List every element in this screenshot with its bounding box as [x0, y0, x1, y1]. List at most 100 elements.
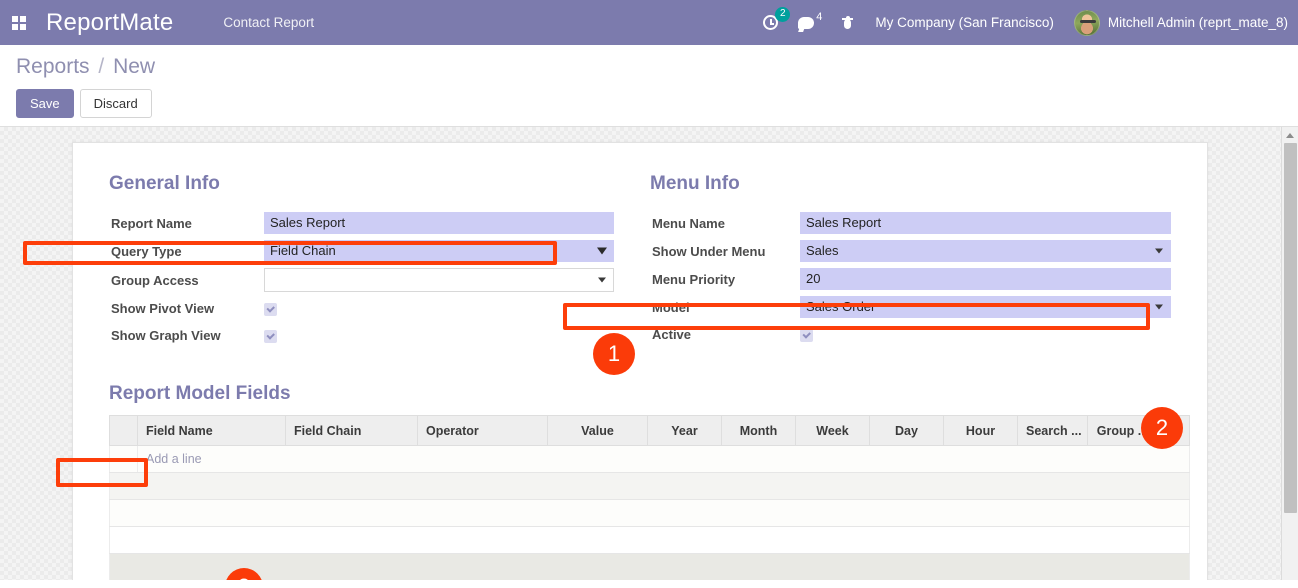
empty-cell — [110, 500, 1190, 527]
column-operator[interactable]: Operator — [418, 416, 548, 446]
empty-row-1 — [110, 473, 1190, 500]
activity-menu-button[interactable]: 2 — [753, 0, 788, 45]
label-query-type: Query Type — [109, 237, 264, 265]
active-checkbox[interactable] — [800, 329, 813, 342]
user-name-label: Mitchell Admin (reprt_mate_8) — [1108, 15, 1288, 30]
field-row-report-name: Report Name Sales Report — [109, 209, 614, 237]
column-year[interactable]: Year — [648, 416, 722, 446]
top-navbar: ReportMate Contact Report 2 4 My Company… — [0, 0, 1298, 45]
column-field-name[interactable]: Field Name — [138, 416, 286, 446]
breadcrumb-reports[interactable]: Reports — [16, 55, 90, 78]
field-row-show-graph-view: Show Graph View — [109, 322, 614, 349]
form-columns: General Info Report Name Sales Report Qu… — [109, 173, 1171, 349]
addline-cell: Add a line — [138, 446, 1190, 473]
group-access-select[interactable] — [264, 268, 614, 292]
column-drag-handle — [110, 416, 138, 446]
menu-info-title: Menu Info — [650, 173, 1171, 195]
general-info-group: General Info Report Name Sales Report Qu… — [109, 173, 640, 349]
label-show-under-menu: Show Under Menu — [650, 237, 800, 265]
report-model-fields-table: Field Name Field Chain Operator Value Ye… — [109, 415, 1190, 580]
table-footer-row — [110, 554, 1190, 581]
value-cell-active — [800, 321, 1171, 348]
empty-row-2 — [110, 500, 1190, 527]
show-under-menu-select-wrap: Sales — [800, 240, 1171, 262]
footer-cell — [110, 554, 1190, 581]
query-type-select[interactable]: Field Chain — [264, 240, 614, 262]
field-row-menu-name: Menu Name Sales Report — [650, 209, 1171, 237]
value-cell-menu-priority: 20 — [800, 265, 1171, 293]
chat-bubble-icon — [798, 17, 814, 29]
brand-title[interactable]: ReportMate — [46, 9, 173, 37]
field-row-model: Model Sales Order — [650, 293, 1171, 321]
field-row-show-under-menu: Show Under Menu Sales — [650, 237, 1171, 265]
annotation-marker-1: 1 — [593, 333, 635, 375]
general-info-title: General Info — [109, 173, 614, 195]
addline-handle-cell — [110, 446, 138, 473]
show-graph-view-checkbox[interactable] — [264, 330, 277, 343]
save-button[interactable]: Save — [16, 89, 74, 118]
value-cell-show-pivot-view — [264, 295, 614, 322]
column-search[interactable]: Search ... — [1018, 416, 1088, 446]
form-action-buttons: Save Discard — [16, 89, 1282, 118]
column-day[interactable]: Day — [870, 416, 944, 446]
scrollbar-thumb[interactable] — [1284, 143, 1297, 513]
menu-info-group: Menu Info Menu Name Sales Report Show Un… — [640, 173, 1171, 349]
chevron-up-icon — [1286, 133, 1294, 138]
field-row-query-type: Query Type Field Chain — [109, 237, 614, 265]
report-name-input[interactable]: Sales Report — [264, 212, 614, 234]
show-under-menu-select[interactable]: Sales — [800, 240, 1171, 262]
column-field-chain[interactable]: Field Chain — [286, 416, 418, 446]
scroll-up-button[interactable] — [1282, 127, 1298, 143]
value-cell-show-graph-view — [264, 322, 614, 349]
label-menu-name: Menu Name — [650, 209, 800, 237]
model-select[interactable]: Sales Order — [800, 296, 1171, 318]
control-panel: Reports / New Save Discard — [0, 45, 1298, 127]
field-row-active: Active — [650, 321, 1171, 348]
spacer-cell — [110, 527, 1190, 554]
show-pivot-view-checkbox[interactable] — [264, 303, 277, 316]
value-cell-group-access — [264, 265, 614, 295]
user-menu[interactable]: Mitchell Admin (reprt_mate_8) — [1066, 10, 1288, 36]
add-a-line-row[interactable]: Add a line — [110, 446, 1190, 473]
report-model-fields-title: Report Model Fields — [109, 383, 1171, 405]
main-content-area: General Info Report Name Sales Report Qu… — [0, 127, 1298, 580]
breadcrumb-new: New — [113, 55, 155, 78]
messages-menu-button[interactable]: 4 — [788, 0, 832, 45]
navbar-right-group: 2 4 My Company (San Francisco) Mitchell … — [753, 0, 1288, 45]
apps-grid-glyph — [12, 16, 26, 30]
form-sheet: General Info Report Name Sales Report Qu… — [72, 142, 1208, 580]
query-type-select-wrap: Field Chain — [264, 240, 614, 262]
value-cell-menu-name: Sales Report — [800, 209, 1171, 237]
nav-menu-contact-report[interactable]: Contact Report — [223, 15, 314, 30]
add-a-line-link[interactable]: Add a line — [146, 452, 202, 466]
field-row-group-access: Group Access — [109, 265, 614, 295]
company-switcher[interactable]: My Company (San Francisco) — [863, 15, 1066, 30]
value-cell-report-name: Sales Report — [264, 209, 614, 237]
column-month[interactable]: Month — [722, 416, 796, 446]
table-head: Field Name Field Chain Operator Value Ye… — [110, 416, 1190, 446]
empty-cell — [110, 473, 1190, 500]
field-row-menu-priority: Menu Priority 20 — [650, 265, 1171, 293]
breadcrumb: Reports / New — [16, 55, 1282, 79]
vertical-scrollbar[interactable] — [1281, 127, 1298, 580]
debug-menu-button[interactable] — [832, 0, 863, 45]
label-active: Active — [650, 321, 800, 348]
column-week[interactable]: Week — [796, 416, 870, 446]
table-spacer-row — [110, 527, 1190, 554]
breadcrumb-separator: / — [98, 55, 104, 78]
label-group-access: Group Access — [109, 265, 264, 295]
general-info-table: Report Name Sales Report Query Type Fiel… — [109, 209, 614, 349]
menu-info-table: Menu Name Sales Report Show Under Menu S… — [650, 209, 1171, 348]
apps-grid-icon[interactable] — [6, 10, 32, 36]
menu-priority-input[interactable]: 20 — [800, 268, 1171, 290]
value-cell-model: Sales Order — [800, 293, 1171, 321]
value-cell-show-under-menu: Sales — [800, 237, 1171, 265]
model-select-wrap: Sales Order — [800, 296, 1171, 318]
column-value[interactable]: Value — [548, 416, 648, 446]
label-report-name: Report Name — [109, 209, 264, 237]
group-access-select-wrap — [264, 268, 614, 292]
column-hour[interactable]: Hour — [944, 416, 1018, 446]
menu-name-input[interactable]: Sales Report — [800, 212, 1171, 234]
discard-button[interactable]: Discard — [80, 89, 152, 118]
bug-icon — [842, 16, 853, 29]
